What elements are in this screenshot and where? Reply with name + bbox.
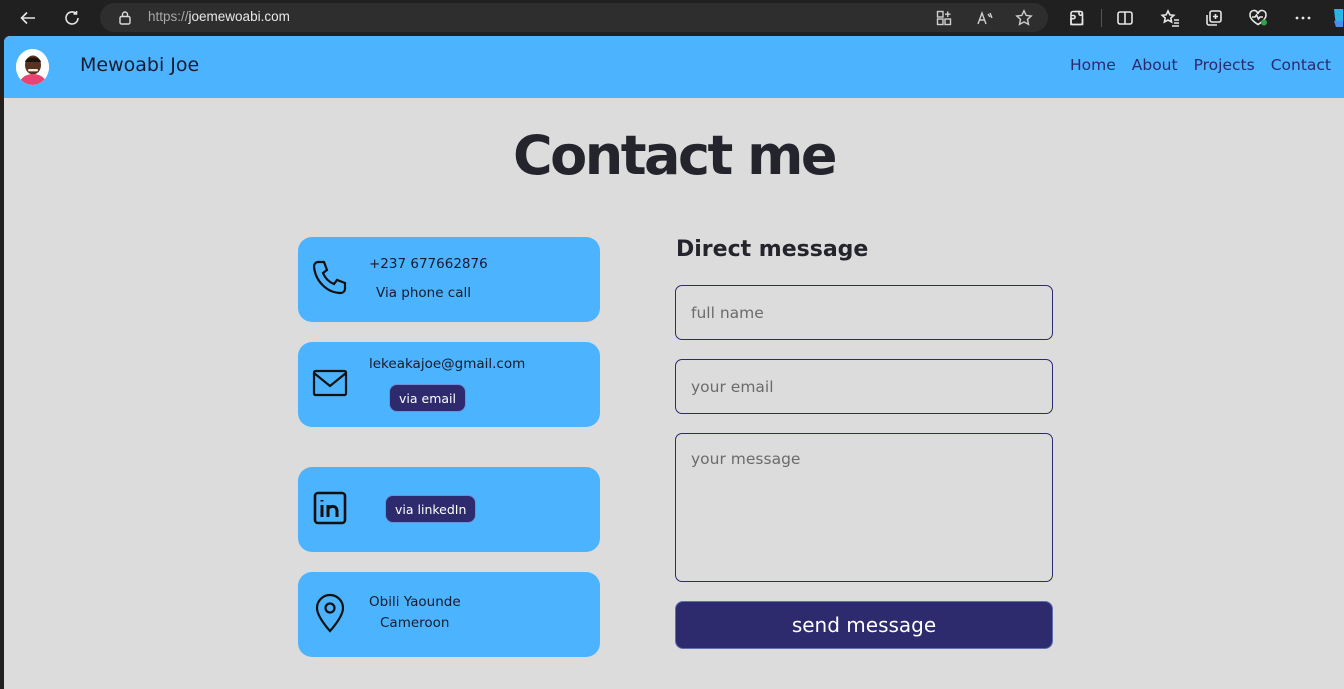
full-name-input[interactable] [675, 285, 1053, 340]
browser-toolbar: https://joemewoabi.com [0, 0, 1344, 36]
read-aloud-icon[interactable] [974, 7, 996, 29]
nav-link-contact[interactable]: Contact [1271, 56, 1331, 74]
lock-icon [118, 10, 132, 29]
via-email-button[interactable]: via email [389, 384, 466, 412]
nav-link-home[interactable]: Home [1070, 56, 1116, 74]
phone-number[interactable]: +237 677662876 [369, 256, 488, 272]
linkedin-icon [310, 486, 350, 530]
location-pin-icon [310, 591, 350, 635]
favorite-star-icon[interactable] [1013, 7, 1035, 29]
avatar [16, 49, 49, 85]
toolbar-divider [1101, 9, 1102, 27]
copilot-icon[interactable] [1330, 0, 1344, 36]
collections-icon[interactable] [1201, 0, 1227, 36]
location-contact-card: Obili Yaounde Cameroon [298, 572, 600, 657]
direct-message-title: Direct message [676, 237, 869, 262]
split-screen-icon[interactable] [1112, 0, 1138, 36]
more-options-icon[interactable] [1290, 0, 1316, 36]
address-bar[interactable]: https://joemewoabi.com [100, 3, 1048, 32]
send-message-button[interactable]: send message [675, 601, 1053, 649]
site-navbar: Mewoabi Joe Home About Projects Contact [4, 36, 1344, 98]
browser-essentials-icon[interactable] [1245, 0, 1271, 36]
via-linkedin-button[interactable]: via linkedIn [385, 495, 477, 523]
email-input[interactable] [675, 359, 1053, 414]
nav-link-projects[interactable]: Projects [1194, 56, 1255, 74]
app-grid-icon[interactable] [933, 7, 955, 29]
email-contact-card: lekeakajoe@gmail.com via email [298, 342, 600, 427]
back-arrow-icon[interactable] [14, 0, 42, 36]
phone-label: Via phone call [376, 285, 471, 301]
extensions-icon[interactable] [1064, 0, 1090, 36]
url-text: https://joemewoabi.com [148, 9, 290, 24]
email-address[interactable]: lekeakajoe@gmail.com [369, 356, 525, 372]
nav-link-about[interactable]: About [1132, 56, 1178, 74]
web-page: Mewoabi Joe Home About Projects Contact … [4, 36, 1344, 689]
brand-name[interactable]: Mewoabi Joe [80, 54, 199, 76]
refresh-icon[interactable] [58, 0, 86, 36]
phone-icon [310, 256, 350, 300]
location-line1: Obili Yaounde [369, 594, 461, 610]
linkedin-contact-card: via linkedIn [298, 467, 600, 552]
message-textarea[interactable] [675, 433, 1053, 582]
nav-links: Home About Projects Contact [1070, 56, 1331, 74]
favorites-list-icon[interactable] [1157, 0, 1183, 36]
location-line2: Cameroon [380, 615, 450, 631]
page-title: Contact me [513, 124, 837, 187]
phone-contact-card: +237 677662876 Via phone call [298, 237, 600, 322]
mail-icon [310, 361, 350, 405]
